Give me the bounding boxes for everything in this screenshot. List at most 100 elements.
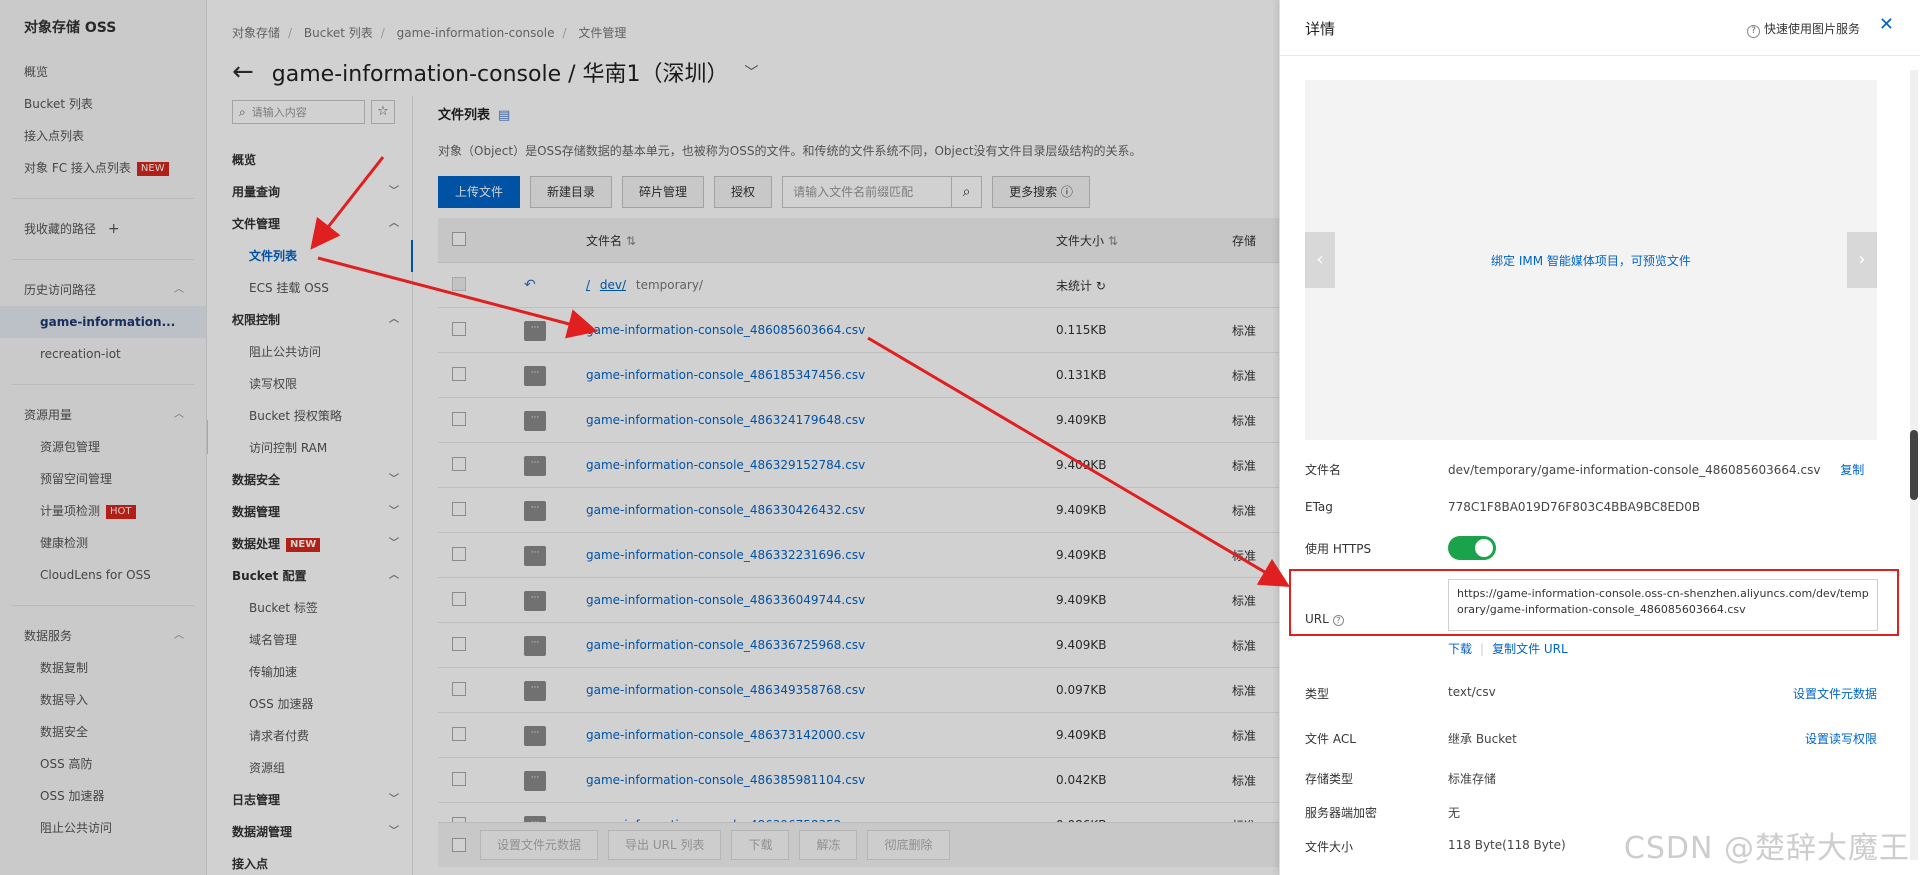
nav-bucket-list[interactable]: Bucket 列表 bbox=[0, 88, 206, 120]
bucket-menu-item[interactable]: 数据安全 ﹀ bbox=[208, 464, 413, 496]
file-name-link[interactable]: game-information-console_486349358768.cs… bbox=[586, 683, 1056, 697]
bucket-menu-item[interactable]: 接入点 bbox=[208, 848, 413, 875]
bind-imm-link[interactable]: 绑定 IMM 智能媒体项目，可预览文件 bbox=[1305, 252, 1877, 269]
search-icon[interactable]: ⌕ bbox=[952, 176, 983, 208]
upload-button[interactable]: 上传文件 bbox=[438, 176, 521, 208]
bucket-menu-item[interactable]: 读写权限 bbox=[208, 368, 413, 400]
file-name-link[interactable]: game-information-console_486324179648.cs… bbox=[586, 413, 1056, 427]
set-metadata-button[interactable]: 设置文件元数据 bbox=[480, 830, 599, 860]
table-row[interactable]: ··· game-information-console_486332231696… bbox=[438, 533, 1279, 578]
nav-history-group[interactable]: 历史访问路径 ︿ bbox=[0, 274, 206, 306]
fragment-manage-button[interactable]: 碎片管理 bbox=[622, 176, 705, 208]
chevron-down-icon[interactable]: ﹀ bbox=[745, 62, 759, 82]
history-item[interactable]: game-information... bbox=[0, 306, 206, 338]
bucket-menu-item[interactable]: 文件列表 bbox=[208, 240, 413, 272]
nav-fc-access-points[interactable]: 对象 FC 接入点列表 NEW bbox=[0, 152, 206, 184]
bucket-menu-item[interactable]: 数据管理 ﹀ bbox=[208, 496, 413, 528]
nav-health-check[interactable]: 健康检测 bbox=[0, 527, 206, 559]
return-icon[interactable]: ↶ bbox=[524, 277, 536, 293]
bucket-menu-item[interactable]: 传输加速 bbox=[208, 656, 413, 688]
new-directory-button[interactable]: 新建目录 bbox=[530, 176, 613, 208]
col-filename[interactable]: 文件名 ⇅ bbox=[586, 232, 1056, 249]
table-row[interactable]: ··· game-information-console_486336049744… bbox=[438, 578, 1279, 623]
nav-favorites[interactable]: 我收藏的路径 + bbox=[0, 213, 206, 245]
bucket-menu-item[interactable]: 日志管理 ﹀ bbox=[208, 784, 413, 816]
row-checkbox[interactable] bbox=[452, 501, 466, 516]
file-name-link[interactable]: game-information-console_486336725968.cs… bbox=[586, 638, 1056, 652]
chevron-right-icon[interactable]: › bbox=[1847, 232, 1877, 288]
add-icon[interactable]: + bbox=[108, 221, 120, 237]
image-service-help-link[interactable]: ? 快速使用图片服务 bbox=[1746, 20, 1860, 38]
bucket-menu-item[interactable]: 资源组 bbox=[208, 752, 413, 784]
https-toggle[interactable] bbox=[1448, 536, 1496, 560]
table-row[interactable]: ··· game-information-console_486336725968… bbox=[438, 623, 1279, 668]
bucket-menu-item[interactable]: OSS 加速器 bbox=[208, 688, 413, 720]
table-row[interactable]: ··· game-information-console_486085603664… bbox=[438, 308, 1279, 353]
copy-url-link[interactable]: 复制文件 URL bbox=[1492, 642, 1568, 656]
table-row[interactable]: ··· game-information-console_486329152784… bbox=[438, 443, 1279, 488]
file-name-link[interactable]: game-information-console_486085603664.cs… bbox=[586, 323, 1056, 337]
star-icon[interactable]: ☆ bbox=[371, 100, 395, 124]
drawer-scrollbar[interactable] bbox=[1910, 70, 1918, 860]
bucket-menu-item[interactable]: Bucket 配置 ︿ bbox=[208, 560, 413, 592]
scrollbar-thumb[interactable] bbox=[1910, 430, 1918, 500]
file-name-link[interactable]: game-information-console_486385981104.cs… bbox=[586, 773, 1056, 787]
row-checkbox[interactable] bbox=[452, 591, 466, 606]
bucket-menu-item[interactable]: 权限控制 ︿ bbox=[208, 304, 413, 336]
bucket-menu-item[interactable]: 数据湖管理 ﹀ bbox=[208, 816, 413, 848]
nav-block-public-access[interactable]: 阻止公共访问 bbox=[0, 812, 206, 844]
authorize-button[interactable]: 授权 bbox=[714, 176, 773, 208]
history-item[interactable]: recreation-iot bbox=[0, 338, 206, 370]
nav-reserved-space[interactable]: 预留空间管理 bbox=[0, 463, 206, 495]
set-acl-link[interactable]: 设置读写权限 bbox=[1805, 730, 1877, 747]
file-name-link[interactable]: game-information-console_486332231696.cs… bbox=[586, 548, 1056, 562]
unfreeze-button[interactable]: 解冻 bbox=[799, 830, 858, 860]
nav-data-service-group[interactable]: 数据服务 ︿ bbox=[0, 620, 206, 652]
more-search-button[interactable]: 更多搜索 ⓘ bbox=[992, 176, 1090, 208]
table-row[interactable]: ··· game-information-console_486330426432… bbox=[438, 488, 1279, 533]
file-search-input[interactable]: 请输入文件名前缀匹配 bbox=[782, 176, 953, 208]
row-checkbox[interactable] bbox=[452, 681, 466, 696]
row-checkbox[interactable] bbox=[452, 321, 466, 336]
table-row[interactable]: ··· game-information-console_486349358768… bbox=[438, 668, 1279, 713]
file-name-link[interactable]: game-information-console_486329152784.cs… bbox=[586, 458, 1056, 472]
bucket-menu-item[interactable]: 用量查询 ﹀ bbox=[208, 176, 413, 208]
file-name-link[interactable]: game-information-console_486330426432.cs… bbox=[586, 503, 1056, 517]
col-size[interactable]: 文件大小 ⇅ bbox=[1056, 232, 1232, 249]
breadcrumb-item[interactable]: 对象存储 bbox=[232, 26, 280, 40]
row-checkbox[interactable] bbox=[452, 411, 466, 426]
bucket-menu-item[interactable]: Bucket 授权策略 bbox=[208, 400, 413, 432]
select-all-checkbox[interactable] bbox=[452, 838, 466, 852]
copy-filename-link[interactable]: 复制 bbox=[1840, 463, 1864, 477]
nav-oss-accelerator[interactable]: OSS 加速器 bbox=[0, 780, 206, 812]
file-name-link[interactable]: game-information-console_486373142000.cs… bbox=[586, 728, 1056, 742]
nav-access-points[interactable]: 接入点列表 bbox=[0, 120, 206, 152]
nav-metering-check[interactable]: 计量项检测 HOT bbox=[0, 495, 206, 527]
table-row[interactable]: ··· game-information-console_486373142000… bbox=[438, 713, 1279, 758]
select-all-checkbox[interactable] bbox=[452, 231, 466, 246]
menu-search-input[interactable]: ⌕ 请输入内容 bbox=[232, 100, 365, 124]
nav-data-import[interactable]: 数据导入 bbox=[0, 684, 206, 716]
delete-permanently-button[interactable]: 彻底删除 bbox=[867, 830, 950, 860]
download-button[interactable]: 下载 bbox=[731, 830, 790, 860]
path-dev-link[interactable]: dev/ bbox=[600, 278, 626, 292]
refresh-icon[interactable]: ↻ bbox=[1096, 279, 1106, 293]
breadcrumb-item[interactable]: game-information-console bbox=[397, 26, 555, 40]
bucket-menu-item[interactable]: 概览 bbox=[208, 144, 413, 176]
bucket-menu-item[interactable]: 阻止公共访问 bbox=[208, 336, 413, 368]
file-name-link[interactable]: game-information-console_486185347456.cs… bbox=[586, 368, 1056, 382]
table-row[interactable]: ··· game-information-console_486385981104… bbox=[438, 758, 1279, 803]
table-row[interactable]: ··· game-information-console_486185347456… bbox=[438, 353, 1279, 398]
table-row[interactable]: ··· game-information-console_486324179648… bbox=[438, 398, 1279, 443]
nav-cloudlens[interactable]: CloudLens for OSS bbox=[0, 559, 206, 591]
nav-data-replication[interactable]: 数据复制 bbox=[0, 652, 206, 684]
row-checkbox[interactable] bbox=[452, 546, 466, 561]
export-url-button[interactable]: 导出 URL 列表 bbox=[608, 830, 722, 860]
file-name-link[interactable]: game-information-console_486336049744.cs… bbox=[586, 593, 1056, 607]
set-metadata-link[interactable]: 设置文件元数据 bbox=[1793, 685, 1877, 702]
bucket-menu-item[interactable]: ECS 挂载 OSS bbox=[208, 272, 413, 304]
nav-oss-ddos[interactable]: OSS 高防 bbox=[0, 748, 206, 780]
nav-data-security[interactable]: 数据安全 bbox=[0, 716, 206, 748]
row-checkbox[interactable] bbox=[452, 366, 466, 381]
bucket-menu-item[interactable]: 数据处理 NEW ﹀ bbox=[208, 528, 413, 560]
